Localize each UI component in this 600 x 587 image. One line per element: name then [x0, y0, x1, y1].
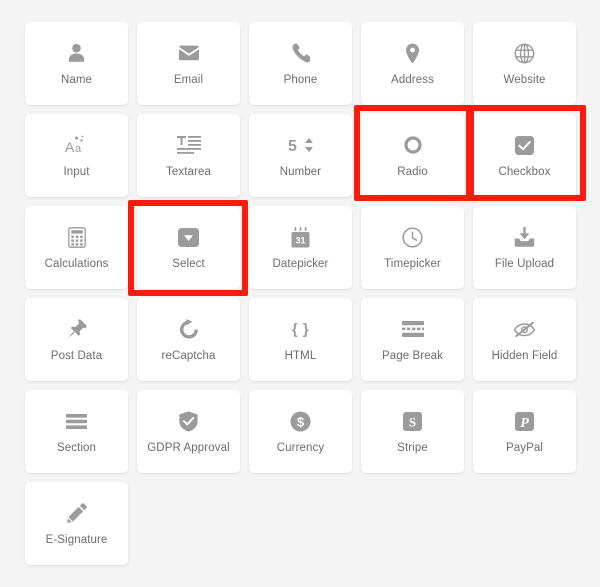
field-tile-calculations[interactable]: Calculations	[25, 206, 128, 289]
palette-row: Name Email Phone Address Website	[25, 22, 576, 105]
field-tile-post-data[interactable]: Post Data	[25, 298, 128, 381]
field-tile-label: HTML	[284, 350, 317, 363]
field-tile-name[interactable]: Name	[25, 22, 128, 105]
shield-check-icon	[175, 408, 203, 434]
field-tile-phone[interactable]: Phone	[249, 22, 352, 105]
field-tile-label: Page Break	[381, 350, 444, 363]
curly-braces-icon: { }	[287, 316, 315, 342]
field-tile-input[interactable]: A a Input	[25, 114, 128, 197]
field-tile-radio[interactable]: Radio	[361, 114, 464, 197]
field-tile-label: Name	[60, 74, 93, 87]
field-tile-label: Currency	[276, 442, 325, 455]
field-tile-textarea[interactable]: Textarea	[137, 114, 240, 197]
field-tile-label: Datepicker	[272, 258, 329, 271]
clock-icon	[399, 224, 427, 250]
paypal-icon: P	[511, 408, 539, 434]
field-tile-page-break[interactable]: Page Break	[361, 298, 464, 381]
globe-icon	[511, 40, 539, 66]
field-tile-label: Website	[503, 74, 546, 87]
stripe-icon: S	[399, 408, 427, 434]
field-tile-datepicker[interactable]: 31 Datepicker	[249, 206, 352, 289]
field-tile-label: Section	[56, 442, 97, 455]
calendar-day-glyph: 31	[295, 235, 305, 245]
refresh-icon	[175, 316, 203, 342]
dollar-coin-icon: $	[287, 408, 315, 434]
field-tile-email[interactable]: Email	[137, 22, 240, 105]
field-tile-timepicker[interactable]: Timepicker	[361, 206, 464, 289]
palette-row: Calculations Select 31 Datepicker Timepi…	[25, 206, 576, 289]
field-tile-label: Hidden Field	[491, 350, 558, 363]
palette-row: A a Input Textarea 5 Number Radio Checkb…	[25, 114, 576, 197]
field-tile-label: Input	[63, 166, 90, 179]
checkbox-checked-icon	[511, 132, 539, 158]
field-tile-label: Phone	[283, 74, 318, 87]
field-tile-checkbox[interactable]: Checkbox	[473, 114, 576, 197]
section-bars-icon	[63, 408, 91, 434]
envelope-icon	[175, 40, 203, 66]
field-tile-website[interactable]: Website	[473, 22, 576, 105]
svg-text:a: a	[75, 143, 82, 155]
curly-braces-glyph: { }	[291, 320, 310, 338]
number-glyph: 5	[288, 138, 297, 154]
field-tile-section[interactable]: Section	[25, 390, 128, 473]
field-tile-file-upload[interactable]: File Upload	[473, 206, 576, 289]
paypal-glyph: P	[520, 416, 529, 431]
field-tile-label: E-Signature	[45, 534, 108, 547]
map-pin-icon	[399, 40, 427, 66]
stripe-glyph: S	[409, 414, 416, 429]
text-lines-icon	[175, 132, 203, 158]
field-tile-label: Select	[172, 258, 205, 271]
svg-text:$: $	[297, 414, 305, 429]
field-tile-address[interactable]: Address	[361, 22, 464, 105]
field-tile-currency[interactable]: $ Currency	[249, 390, 352, 473]
field-tile-label: Textarea	[166, 166, 211, 179]
page-break-icon	[399, 316, 427, 342]
field-tile-label: Email	[173, 74, 204, 87]
field-tile-label: Stripe	[397, 442, 428, 455]
field-tile-label: Calculations	[44, 258, 109, 271]
field-tile-label: File Upload	[494, 258, 555, 271]
dropdown-caret-icon	[175, 224, 203, 250]
user-icon	[63, 40, 91, 66]
field-tile-html[interactable]: { } HTML	[249, 298, 352, 381]
field-tile-label: PayPal	[505, 442, 544, 455]
calendar-icon: 31	[287, 224, 315, 250]
field-tile-number[interactable]: 5 Number	[249, 114, 352, 197]
field-tile-stripe[interactable]: S Stripe	[361, 390, 464, 473]
field-tile-label: Checkbox	[498, 166, 551, 179]
palette-row: Post Data reCaptcha { } HTML Page Break …	[25, 298, 576, 381]
eye-slash-icon	[511, 316, 539, 342]
field-tile-label: reCaptcha	[161, 350, 216, 363]
field-tile-label: Radio	[397, 166, 428, 179]
field-tile-label: Timepicker	[384, 258, 441, 271]
field-tile-hidden-field[interactable]: Hidden Field	[473, 298, 576, 381]
pushpin-icon	[63, 316, 91, 342]
field-tile-e-signature[interactable]: E-Signature	[25, 482, 128, 565]
field-tile-select[interactable]: Select	[137, 206, 240, 289]
field-tile-label: Post Data	[50, 350, 103, 363]
field-tile-label: Number	[279, 166, 322, 179]
upload-tray-icon	[511, 224, 539, 250]
field-tile-recaptcha[interactable]: reCaptcha	[137, 298, 240, 381]
radio-circle-icon	[399, 132, 427, 158]
palette-row: Section GDPR Approval $ Currency S Strip…	[25, 390, 576, 473]
pencil-icon	[63, 500, 91, 526]
field-tile-label: GDPR Approval	[147, 442, 230, 455]
svg-text:A: A	[65, 139, 75, 155]
number-stepper-icon: 5	[287, 132, 315, 158]
field-tile-label: Address	[391, 74, 434, 87]
text-aa-icon: A a	[63, 132, 91, 158]
phone-icon	[287, 40, 315, 66]
field-palette-grid: Name Email Phone Address Website A a Inp…	[25, 22, 576, 574]
field-tile-gdpr-approval[interactable]: GDPR Approval	[137, 390, 240, 473]
palette-row: E-Signature	[25, 482, 575, 565]
calculator-icon	[63, 224, 91, 250]
field-tile-paypal[interactable]: P PayPal	[473, 390, 576, 473]
